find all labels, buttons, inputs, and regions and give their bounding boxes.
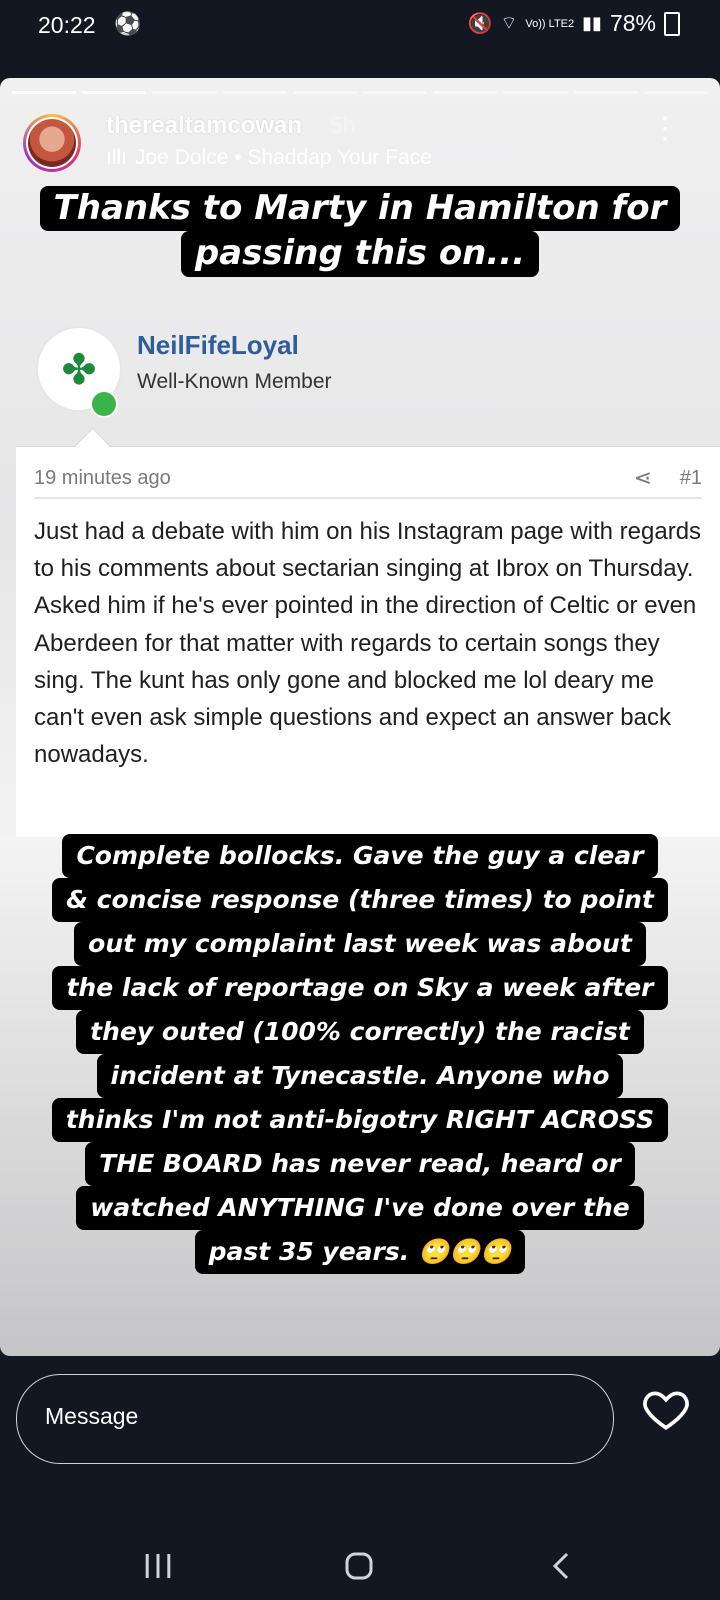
sticker-line: past 35 years. 🙄🙄🙄	[194, 1230, 526, 1274]
progress-segment	[363, 91, 428, 94]
sticker-line: watched ANYTHING I've done over the	[76, 1186, 644, 1230]
soccer-ball-icon: ⚽	[114, 11, 142, 36]
home-icon[interactable]	[339, 1548, 379, 1584]
forum-post: 19 minutes ago ⋖ #1 Just had a debate wi…	[16, 427, 720, 837]
signal-icon: ▮▮	[582, 13, 602, 33]
message-input[interactable]: Message	[16, 1374, 614, 1464]
progress-segment	[433, 91, 498, 94]
music-info[interactable]: ıllı Joe Dolce • Shaddap Your Face	[106, 146, 432, 170]
sticker-line: Thanks to Marty in Hamilton for	[39, 186, 681, 232]
progress-segment	[12, 91, 77, 94]
sticker-line: incident at Tynecastle. Anyone who	[96, 1054, 624, 1098]
audio-wave-icon: ıllı	[106, 146, 127, 169]
sticker-line: they outed (100% correctly) the racist	[76, 1010, 644, 1054]
mute-icon: 🔇	[467, 13, 493, 35]
progress-segment	[222, 91, 287, 94]
status-time: 20:22	[38, 12, 96, 38]
post-timestamp: 19 minutes ago	[34, 467, 171, 489]
recent-apps-icon[interactable]	[138, 1548, 178, 1584]
sticker-line: Complete bollocks. Gave the guy a clear	[62, 834, 658, 878]
sticker-line: out my complaint last week was about	[74, 922, 646, 966]
progress-segment	[292, 91, 358, 94]
forum-role: Well-Known Member	[137, 370, 332, 393]
message-placeholder: Message	[45, 1403, 139, 1429]
progress-segment	[573, 91, 638, 94]
online-indicator-icon	[90, 390, 118, 418]
music-label: Joe Dolce • Shaddap Your Face	[135, 146, 432, 169]
battery-icon	[664, 11, 680, 36]
post-meta: 19 minutes ago ⋖ #1	[34, 465, 702, 499]
share-icon[interactable]: ⋖	[634, 465, 652, 491]
forum-author[interactable]: NeilFifeLoyal	[137, 330, 299, 361]
progress-segment	[643, 91, 709, 94]
wifi-icon: ⌔	[500, 13, 518, 33]
profile-avatar[interactable]	[23, 114, 81, 172]
battery-percent: 78%	[609, 10, 656, 36]
status-bar: 20:22 ⚽ 🔇 ⌔ Vo)) LTE2 ▮▮ 78%	[0, 0, 720, 50]
progress-segment	[503, 91, 568, 94]
post-number[interactable]: #1	[680, 467, 702, 490]
network-label: Vo)) LTE2	[525, 17, 575, 30]
progress-segment	[82, 91, 147, 94]
heart-icon[interactable]	[641, 1384, 691, 1434]
sticker-line: the lack of reportage on Sky a week afte…	[52, 966, 668, 1010]
status-icons: 🔇 ⌔ Vo)) LTE2 ▮▮ 78%	[468, 10, 680, 37]
text-sticker-bottom: Complete bollocks. Gave the guy a clear …	[34, 834, 686, 1274]
story-progress	[12, 91, 709, 94]
android-nav-bar	[0, 1510, 720, 1600]
forum-post-header: ✤ NeilFifeLoyal Well-Known Member	[0, 318, 720, 446]
post-body: Just had a debate with him on his Instag…	[34, 518, 702, 769]
back-icon[interactable]	[541, 1548, 581, 1584]
story-username[interactable]: therealtamcowan	[106, 112, 302, 140]
story-time-ago: 5h	[330, 112, 356, 138]
profile-photo	[28, 119, 76, 167]
sticker-line: thinks I'm not anti-bigotry RIGHT ACROSS	[51, 1098, 669, 1142]
sticker-line: THE BOARD has never read, heard or	[85, 1142, 635, 1186]
text-sticker-top: Thanks to Marty in Hamilton for passing …	[38, 186, 682, 277]
sticker-line: & concise response (three times) to poin…	[52, 878, 668, 922]
progress-segment	[152, 91, 217, 94]
sticker-line: passing this on...	[180, 231, 540, 277]
more-options-icon[interactable]: ⋮	[650, 114, 680, 144]
